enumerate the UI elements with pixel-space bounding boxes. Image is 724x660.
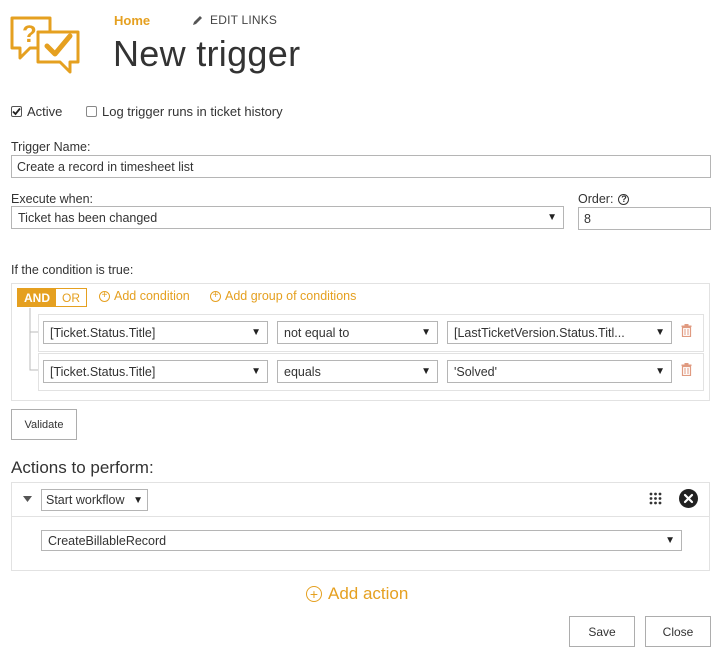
drag-handle-icon[interactable] <box>649 492 662 505</box>
and-or-toggle[interactable]: AND OR <box>17 288 87 307</box>
order-label: Order: <box>578 192 614 206</box>
execute-when-label: Execute when: <box>11 192 93 206</box>
pencil-icon <box>193 16 202 25</box>
caret-down-icon: ▼ <box>547 212 557 223</box>
save-button[interactable]: Save <box>569 616 635 647</box>
edit-links-label: EDIT LINKS <box>210 13 278 27</box>
add-condition-link[interactable]: + Add condition <box>99 289 190 303</box>
caret-down-icon: ▼ <box>655 327 665 338</box>
trash-icon[interactable] <box>681 324 692 337</box>
validate-button[interactable]: Validate <box>11 409 77 440</box>
caret-down-icon: ▼ <box>251 327 261 338</box>
action-type-select[interactable]: Start workflow ▼ <box>41 489 148 511</box>
condition-value-value: [LastTicketVersion.Status.Titl... <box>454 325 625 340</box>
add-circle-icon: + <box>306 586 322 602</box>
condition-operator-select[interactable]: not equal to ▼ <box>277 321 438 344</box>
condition-field-value: [Ticket.Status.Title] <box>50 364 156 379</box>
condition-field-select[interactable]: [Ticket.Status.Title] ▼ <box>43 321 268 344</box>
trigger-name-label: Trigger Name: <box>11 140 91 154</box>
active-checkbox[interactable]: Active <box>11 104 62 119</box>
remove-action-icon[interactable] <box>679 489 698 508</box>
collapse-triangle-icon[interactable] <box>23 496 32 502</box>
edit-links-link[interactable]: EDIT LINKS <box>192 13 277 27</box>
trash-icon[interactable] <box>681 363 692 376</box>
or-toggle[interactable]: OR <box>56 289 86 306</box>
log-runs-checkbox[interactable]: Log trigger runs in ticket history <box>86 104 283 119</box>
and-toggle[interactable]: AND <box>18 289 56 306</box>
actions-heading: Actions to perform: <box>11 458 154 477</box>
execute-when-value: Ticket has been changed <box>18 210 158 225</box>
action-divider <box>12 516 709 517</box>
condition-value-select[interactable]: [LastTicketVersion.Status.Titl... ▼ <box>447 321 672 344</box>
checkbox-unchecked-icon[interactable] <box>86 106 97 117</box>
page-title: New trigger <box>113 33 301 74</box>
active-label: Active <box>27 104 63 119</box>
caret-down-icon: ▼ <box>421 327 431 338</box>
execute-when-select[interactable]: Ticket has been changed ▼ <box>11 206 564 229</box>
condition-label: If the condition is true: <box>11 263 134 277</box>
add-group-label: Add group of conditions <box>225 289 357 303</box>
log-runs-label: Log trigger runs in ticket history <box>102 104 283 119</box>
order-label-group: Order: ? <box>578 192 630 206</box>
trigger-name-value: Create a record in timesheet list <box>17 159 194 174</box>
close-button[interactable]: Close <box>645 616 711 647</box>
order-value: 8 <box>584 211 591 226</box>
add-group-link[interactable]: + Add group of conditions <box>210 289 356 303</box>
condition-operator-value: equals <box>284 364 321 379</box>
svg-text:?: ? <box>22 21 37 48</box>
action-type-value: Start workflow <box>46 493 125 507</box>
checkbox-checked-icon[interactable] <box>11 106 22 117</box>
caret-down-icon: ▼ <box>133 494 143 506</box>
order-input[interactable]: 8 <box>578 207 711 230</box>
condition-operator-value: not equal to <box>284 325 350 340</box>
caret-down-icon: ▼ <box>421 366 431 377</box>
condition-field-value: [Ticket.Status.Title] <box>50 325 156 340</box>
condition-value-select[interactable]: 'Solved' ▼ <box>447 360 672 383</box>
nav-home-link[interactable]: Home <box>114 13 150 28</box>
condition-field-select[interactable]: [Ticket.Status.Title] ▼ <box>43 360 268 383</box>
help-icon[interactable]: ? <box>618 193 630 205</box>
condition-value-value: 'Solved' <box>454 364 497 379</box>
condition-operator-select[interactable]: equals ▼ <box>277 360 438 383</box>
trigger-name-input[interactable]: Create a record in timesheet list <box>11 155 711 178</box>
add-action-label: Add action <box>328 584 409 603</box>
add-action-link[interactable]: + Add action <box>306 584 408 604</box>
workflow-select[interactable]: CreateBillableRecord ▼ <box>41 530 682 551</box>
add-circle-icon: + <box>99 290 110 302</box>
caret-down-icon: ▼ <box>655 366 665 377</box>
workflow-value: CreateBillableRecord <box>48 533 167 548</box>
caret-down-icon: ▼ <box>251 366 261 377</box>
caret-down-icon: ▼ <box>665 535 675 546</box>
add-condition-label: Add condition <box>114 289 190 303</box>
add-circle-icon: + <box>210 290 221 302</box>
help-desk-logo-icon: ? <box>10 16 80 74</box>
